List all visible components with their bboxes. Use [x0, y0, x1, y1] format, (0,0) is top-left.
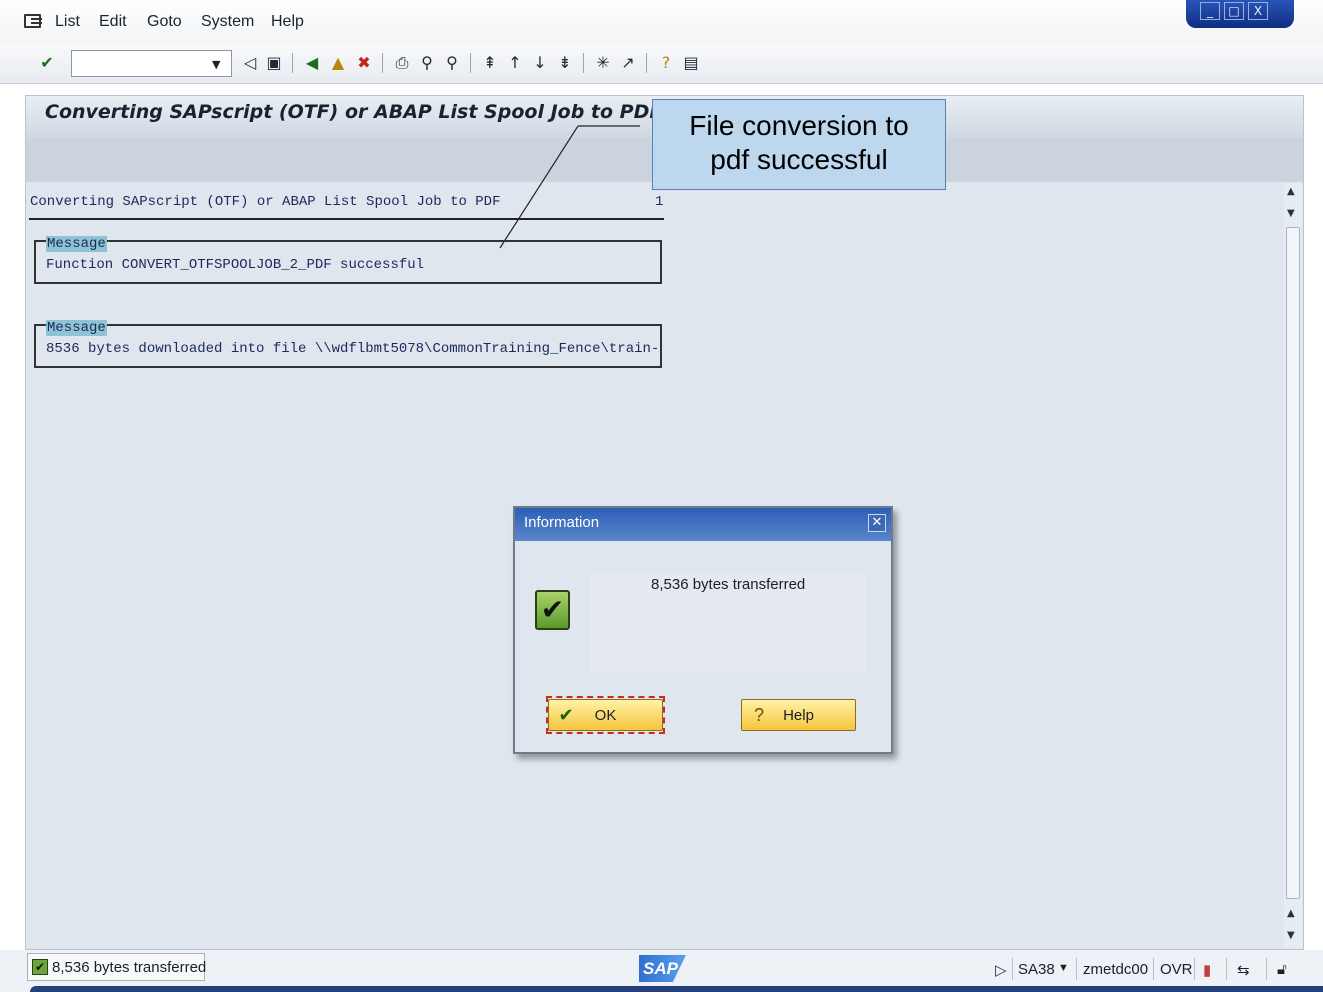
- list-divider: [29, 218, 664, 220]
- ok-button-label: OK: [594, 707, 617, 724]
- menu-help[interactable]: Help: [271, 13, 304, 31]
- menu-edit[interactable]: Edit: [99, 13, 127, 31]
- scroll-thumb[interactable]: [1286, 227, 1300, 899]
- dialog-title: Information: [524, 514, 600, 531]
- menu-bar: [0, 0, 1323, 44]
- scroll-down-icon[interactable]: ▼: [1287, 930, 1295, 942]
- list-page-number: 1: [655, 194, 664, 210]
- window-bottom-edge: [30, 986, 1323, 992]
- data-transfer-icon: ⇆: [1237, 962, 1250, 979]
- list-heading: Converting SAPscript (OTF) or ABAP List …: [30, 194, 501, 210]
- page-title: Converting SAPscript (OTF) or ABAP List …: [45, 101, 663, 123]
- window-controls: _ □ X: [1186, 0, 1294, 28]
- status-server: zmetdc00: [1083, 961, 1149, 978]
- performance-icon: ▮: [1203, 962, 1212, 979]
- status-success-icon: ✔: [32, 959, 48, 975]
- transaction-dropdown-icon[interactable]: ▼: [1058, 962, 1069, 974]
- back-arrow-icon[interactable]: ◁: [240, 52, 260, 74]
- toolbar-separator: [292, 53, 293, 73]
- create-session-icon[interactable]: ✳: [593, 52, 613, 74]
- security-lock-icon[interactable]: 🔓︎: [1277, 961, 1287, 978]
- status-separator: [1076, 958, 1077, 980]
- menu-list[interactable]: List: [55, 13, 80, 31]
- first-page-icon[interactable]: ⇞: [480, 52, 500, 74]
- menu-goto[interactable]: Goto: [147, 13, 182, 31]
- status-separator: [1226, 958, 1227, 980]
- status-transaction: SA38: [1018, 961, 1055, 978]
- message-box-label: Message: [46, 236, 107, 252]
- find-icon[interactable]: ⚲: [417, 52, 437, 74]
- dialog-message: 8,536 bytes transferred: [651, 576, 806, 593]
- toolbar-separator: [470, 53, 471, 73]
- menu-exit-icon[interactable]: [24, 14, 42, 28]
- print-icon[interactable]: ⎙: [392, 52, 412, 74]
- scroll-up-icon[interactable]: ▲: [1287, 186, 1295, 198]
- toolbar-separator: [583, 53, 584, 73]
- shortcut-icon[interactable]: ↗: [618, 52, 638, 74]
- status-separator: [1153, 958, 1154, 980]
- close-window-button[interactable]: X: [1248, 2, 1268, 20]
- minimize-button[interactable]: _: [1200, 2, 1220, 20]
- previous-page-icon[interactable]: ↑: [505, 52, 525, 74]
- scroll-down-icon[interactable]: ▼: [1287, 208, 1295, 220]
- enter-check-icon[interactable]: ✔: [37, 52, 57, 74]
- cancel-icon[interactable]: ✖: [354, 52, 374, 74]
- message-box-label: Message: [46, 320, 107, 336]
- success-check-icon: ✔: [535, 590, 570, 630]
- ok-button[interactable]: ✔ OK: [548, 699, 663, 731]
- message-text: 8536 bytes downloaded into file \\wdflbm…: [46, 341, 660, 357]
- status-expand-icon[interactable]: ▷: [995, 961, 1007, 979]
- customize-layout-icon[interactable]: ▤: [681, 52, 701, 74]
- status-separator: [1194, 958, 1195, 980]
- command-dropdown-icon[interactable]: ▼: [212, 58, 220, 71]
- exit-icon[interactable]: ▲: [328, 52, 348, 74]
- save-icon[interactable]: ▣: [264, 52, 284, 74]
- last-page-icon[interactable]: ⇟: [555, 52, 575, 74]
- status-insert-mode: OVR: [1160, 961, 1193, 978]
- status-separator: [1266, 958, 1267, 980]
- scroll-up-icon[interactable]: ▲: [1287, 908, 1295, 920]
- help-button-label: Help: [783, 707, 814, 724]
- help-icon[interactable]: ?: [656, 52, 676, 74]
- callout-line-2: pdf successful: [710, 144, 888, 175]
- toolbar-separator: [646, 53, 647, 73]
- menu-system[interactable]: System: [201, 13, 254, 31]
- annotation-callout: File conversion to pdf successful: [652, 99, 946, 190]
- message-text: Function CONVERT_OTFSPOOLJOB_2_PDF succe…: [46, 257, 425, 273]
- find-next-icon[interactable]: ⚲: [442, 52, 462, 74]
- status-message: 8,536 bytes transferred: [52, 959, 207, 976]
- status-separator: [1012, 958, 1013, 980]
- back-icon[interactable]: ◀: [302, 52, 322, 74]
- callout-line-1: File conversion to: [689, 110, 909, 141]
- restore-button[interactable]: □: [1224, 2, 1244, 20]
- command-field[interactable]: [71, 50, 232, 77]
- help-button[interactable]: ? Help: [741, 699, 856, 731]
- toolbar-separator: [382, 53, 383, 73]
- dialog-close-icon[interactable]: ✕: [868, 514, 886, 532]
- next-page-icon[interactable]: ↓: [530, 52, 550, 74]
